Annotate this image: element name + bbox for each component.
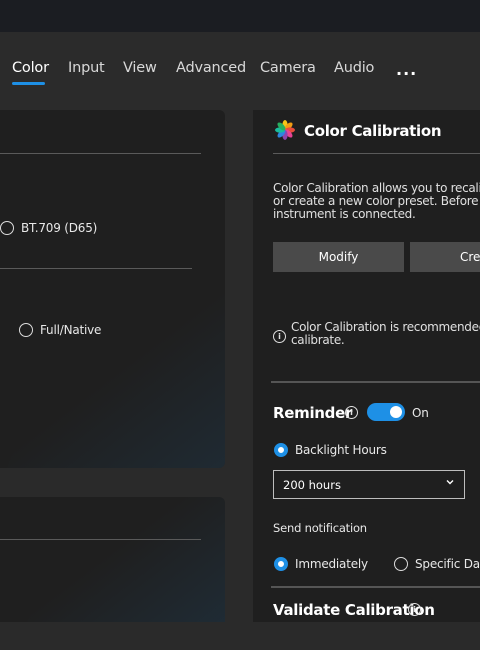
info-icon: i (273, 330, 286, 343)
bottom-strip (0, 622, 480, 650)
divider (271, 586, 480, 588)
immediately-label: Immediately (295, 557, 368, 571)
full-native-label: Full/Native (40, 323, 102, 337)
radio-bt709[interactable] (0, 221, 14, 235)
chevron-down-icon (446, 480, 454, 485)
radio-full-native[interactable] (19, 323, 33, 337)
divider (0, 268, 192, 269)
tab-advanced[interactable]: Advanced (176, 60, 246, 76)
radio-immediately[interactable] (274, 557, 288, 571)
color-calibration-panel: Color Calibration Color Calibration allo… (253, 110, 480, 622)
calibration-title: Color Calibration (304, 122, 442, 140)
tab-view[interactable]: View (123, 60, 157, 76)
active-tab-indicator (12, 82, 45, 85)
hours-dropdown[interactable]: 200 hours (273, 470, 465, 499)
radio-backlight-hours[interactable] (274, 443, 288, 457)
backlight-hours-label: Backlight Hours (295, 443, 387, 457)
modify-button[interactable]: Modify (273, 242, 404, 272)
calibration-note: Color Calibration is recommended. P cali… (291, 320, 480, 347)
more-tabs-button[interactable]: ... (396, 60, 417, 79)
title-strip (0, 0, 480, 32)
radio-specific-day[interactable] (394, 557, 408, 571)
hours-value: 200 hours (283, 478, 341, 492)
divider (271, 381, 480, 383)
calibration-description: Color Calibration allows you to recalibr… (273, 181, 480, 221)
tab-camera[interactable]: Camera (260, 60, 316, 76)
left-settings-panel-2 (0, 497, 225, 622)
color-wheel-icon (275, 120, 295, 140)
tab-audio[interactable]: Audio (334, 60, 374, 76)
validate-info-icon[interactable]: i (408, 603, 421, 616)
divider (0, 153, 201, 154)
reminder-info-icon[interactable]: i (345, 406, 358, 419)
reminder-title: Reminder (273, 404, 353, 422)
specific-day-label: Specific Day (415, 557, 480, 571)
send-notification-label: Send notification (273, 521, 367, 535)
divider (273, 153, 480, 154)
tab-input[interactable]: Input (68, 60, 105, 76)
divider (0, 539, 201, 540)
reminder-toggle[interactable] (367, 403, 405, 421)
left-settings-panel: BT.709 (D65) Full/Native (0, 110, 225, 468)
tab-color[interactable]: Color (12, 60, 49, 76)
bt709-label: BT.709 (D65) (21, 221, 98, 235)
toggle-state-label: On (412, 406, 429, 420)
create-button[interactable]: Crea (410, 242, 480, 272)
